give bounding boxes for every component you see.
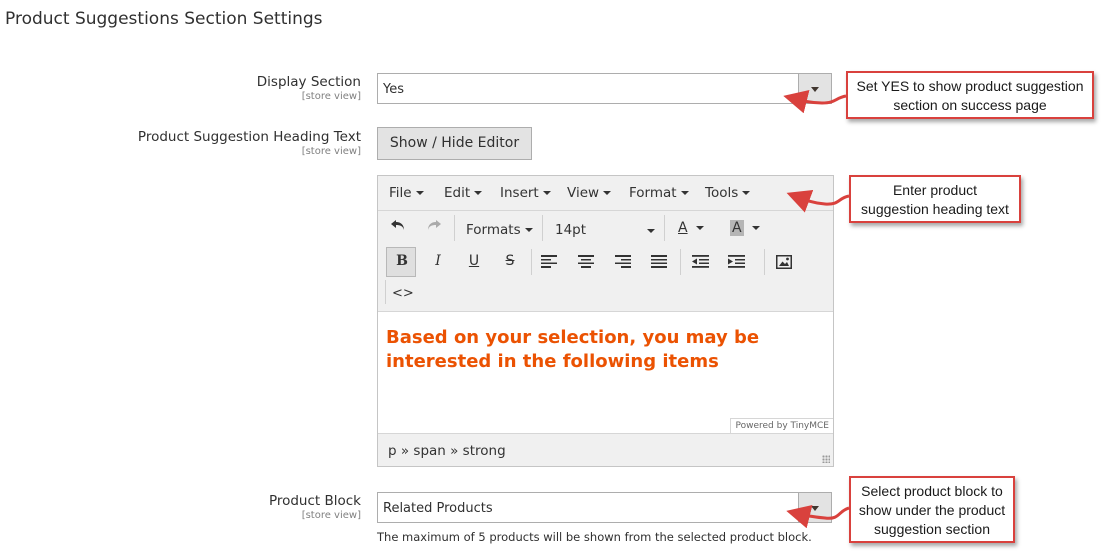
text-color-button[interactable]: A [678,220,708,236]
menu-view[interactable]: View [567,185,612,201]
powered-by-label: Powered by TinyMCE [730,418,833,433]
product-block-label: Product Block [268,493,361,509]
align-justify-icon[interactable] [651,255,667,272]
editor-content-area[interactable]: Based on your selection, you may be inte… [378,311,833,434]
bold-icon[interactable]: B [392,253,412,269]
indent-icon[interactable] [728,255,745,272]
italic-icon[interactable]: I [428,253,448,269]
callout-heading-text: Enter product suggestion heading text [849,175,1021,223]
callout-display-section: Set YES to show product suggestion sectio… [846,71,1094,119]
callout-product-block: Select product block to show under the pr… [849,476,1015,543]
product-block-note: The maximum of 5 products will be shown … [377,530,812,544]
formats-dropdown[interactable]: Formats [466,222,533,238]
source-code-icon[interactable]: <> [392,286,414,301]
redo-icon[interactable] [424,218,444,236]
resize-handle-icon[interactable] [822,455,830,463]
image-icon[interactable] [776,255,792,273]
strikethrough-icon[interactable]: S [500,253,520,269]
font-size-dropdown[interactable]: 14pt [555,222,655,238]
undo-icon[interactable] [388,218,408,236]
align-center-icon[interactable] [578,255,594,272]
menu-format[interactable]: Format [629,185,689,201]
align-right-icon[interactable] [615,255,631,272]
menu-file[interactable]: File [389,185,424,201]
heading-text-content[interactable]: Based on your selection, you may be inte… [386,326,806,374]
chevron-down-icon[interactable] [798,74,831,103]
product-block-scope: [store view] [301,510,361,521]
display-section-select[interactable]: Yes [377,73,832,104]
outdent-icon[interactable] [692,255,709,272]
product-block-value: Related Products [383,501,493,516]
section-title: Product Suggestions Section Settings [5,9,323,29]
show-hide-editor-button[interactable]: Show / Hide Editor [377,127,532,160]
display-section-label: Display Section [256,74,361,90]
wysiwyg-editor: File Edit Insert View Format Tools Forma… [377,175,834,467]
display-section-scope: [store view] [301,91,361,102]
editor-menubar: File Edit Insert View Format Tools [378,176,833,211]
display-section-value: Yes [383,82,404,97]
heading-text-label: Product Suggestion Heading Text [137,129,361,145]
chevron-down-icon[interactable] [798,493,831,522]
heading-text-scope: [store view] [301,146,361,157]
menu-tools[interactable]: Tools [705,185,751,201]
underline-icon[interactable]: U [464,253,484,269]
background-color-button[interactable]: A [730,220,764,236]
element-path: p » span » strong [388,443,506,459]
align-left-icon[interactable] [541,255,557,272]
product-block-select[interactable]: Related Products [377,492,832,523]
menu-edit[interactable]: Edit [444,185,483,201]
menu-insert[interactable]: Insert [500,185,551,201]
